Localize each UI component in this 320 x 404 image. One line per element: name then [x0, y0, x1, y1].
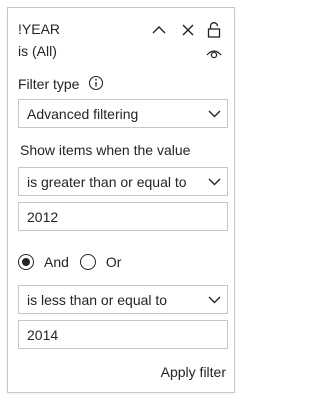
- eye-icon[interactable]: [205, 44, 223, 62]
- second-value-input[interactable]: 2014: [18, 320, 228, 349]
- info-icon[interactable]: [88, 75, 104, 91]
- chevron-down-icon: [201, 110, 227, 118]
- chevron-down-icon: [201, 296, 227, 304]
- apply-filter-button[interactable]: Apply filter: [161, 364, 226, 380]
- or-radio[interactable]: [79, 254, 96, 270]
- first-operator-value: is greater than or equal to: [27, 173, 187, 190]
- lock-icon[interactable]: [205, 20, 223, 38]
- and-radio[interactable]: [18, 254, 34, 270]
- and-radio-label: And: [44, 254, 69, 270]
- chevron-down-icon: [201, 178, 227, 186]
- second-value-text: 2014: [27, 326, 59, 343]
- filter-summary: is (All): [18, 43, 57, 59]
- filter-field-title: !YEAR: [18, 21, 61, 37]
- second-operator-dropdown[interactable]: is less than or equal to: [18, 285, 228, 314]
- close-icon[interactable]: [179, 21, 197, 39]
- condition-label: Show items when the value: [20, 142, 191, 158]
- logic-radio-group: And Or: [18, 253, 121, 271]
- filter-type-value: Advanced filtering: [27, 105, 139, 122]
- filter-card: !YEAR is (All) Filter type Advanced filt…: [7, 7, 235, 393]
- first-value-text: 2012: [27, 208, 59, 225]
- chevron-up-icon[interactable]: [150, 21, 168, 39]
- first-operator-dropdown[interactable]: is greater than or equal to: [18, 167, 228, 196]
- second-operator-value: is less than or equal to: [27, 291, 168, 308]
- first-value-input[interactable]: 2012: [18, 202, 228, 231]
- filter-type-dropdown[interactable]: Advanced filtering: [18, 99, 228, 128]
- or-radio-label: Or: [105, 254, 122, 270]
- filter-type-label: Filter type: [18, 76, 80, 92]
